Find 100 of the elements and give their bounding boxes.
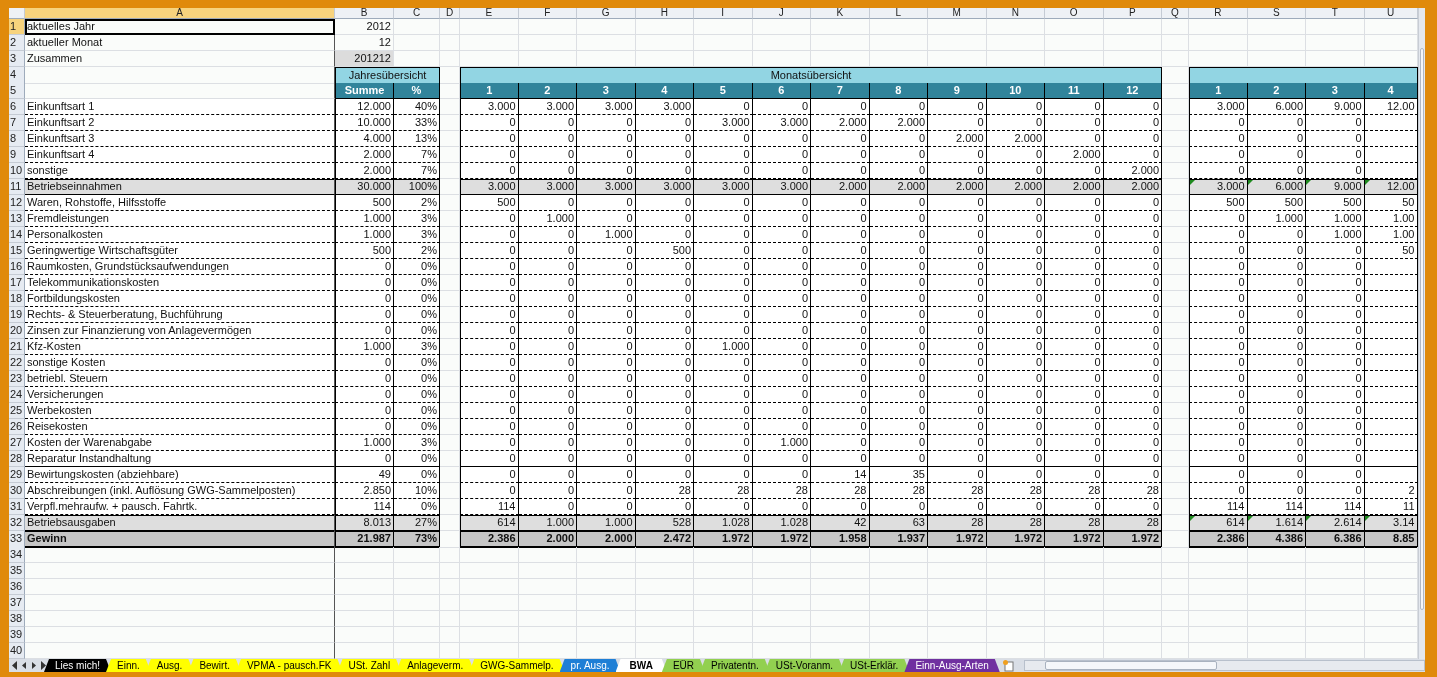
row-number[interactable]: 10	[9, 163, 25, 179]
column-header[interactable]: M	[928, 8, 987, 19]
column-header[interactable]: E	[460, 8, 519, 19]
row-label[interactable]: Fremdleistungen	[25, 211, 335, 227]
row-number[interactable]: 16	[9, 259, 25, 275]
scroll-right-icon[interactable]	[39, 659, 49, 672]
row-label[interactable]: sonstige	[25, 163, 335, 179]
row-number[interactable]: 31	[9, 499, 25, 515]
row-number[interactable]: 15	[9, 243, 25, 259]
row-number[interactable]: 2	[9, 35, 25, 51]
row-label[interactable]: Zinsen zur Finanzierung von Anlagevermögen	[25, 323, 335, 339]
row-label[interactable]: Gewinn	[25, 531, 335, 548]
row-label[interactable]: Personalkosten	[25, 227, 335, 243]
row-number[interactable]: 39	[9, 627, 25, 643]
row-number[interactable]: 3	[9, 51, 25, 67]
column-header[interactable]: L	[869, 8, 928, 19]
row-label[interactable]: Kosten der Warenabgabe	[25, 435, 335, 451]
row-number[interactable]: 22	[9, 355, 25, 371]
scroll-left-icon[interactable]	[19, 659, 29, 672]
row-number[interactable]: 38	[9, 611, 25, 627]
row-label[interactable]: Reisekosten	[25, 419, 335, 435]
scroll-right-icon[interactable]	[29, 659, 39, 672]
column-header[interactable]: Q	[1162, 8, 1189, 19]
row-number[interactable]: 27	[9, 435, 25, 451]
row-number[interactable]: 34	[9, 547, 25, 563]
row-number[interactable]: 37	[9, 595, 25, 611]
row-label[interactable]: Einkunftsart 1	[25, 99, 335, 115]
row-label[interactable]: Geringwertige Wirtschaftsgüter	[25, 243, 335, 259]
row-number[interactable]: 9	[9, 147, 25, 163]
row-label[interactable]: aktuelles Jahr	[25, 19, 335, 35]
row-number[interactable]: 5	[9, 83, 25, 99]
column-header[interactable]: D	[440, 8, 460, 19]
row-number[interactable]: 40	[9, 643, 25, 659]
row-label[interactable]: Einkunftsart 4	[25, 147, 335, 163]
row-label[interactable]: sonstige Kosten	[25, 355, 335, 371]
row-number[interactable]: 13	[9, 211, 25, 227]
scroll-left-icon[interactable]	[9, 659, 19, 672]
sheet-tab[interactable]: Einn-Ausg-Arten	[904, 659, 1000, 672]
vertical-scrollbar[interactable]	[1418, 8, 1425, 659]
row-label[interactable]: Kfz-Kosten	[25, 339, 335, 355]
row-number[interactable]: 14	[9, 227, 25, 243]
column-header[interactable]: A	[25, 8, 335, 19]
column-header[interactable]: N	[986, 8, 1045, 19]
column-header[interactable]: S	[1247, 8, 1306, 19]
column-header[interactable]: H	[635, 8, 694, 19]
row-number[interactable]: 1	[9, 19, 25, 35]
row-number[interactable]: 21	[9, 339, 25, 355]
column-header[interactable]: G	[577, 8, 636, 19]
row-number[interactable]: 7	[9, 115, 25, 131]
row-label[interactable]: Bewirtungskosten (abziehbare)	[25, 467, 335, 483]
column-header[interactable]: P	[1103, 8, 1162, 19]
sheet-tab[interactable]: Privatentn.	[700, 659, 770, 672]
horizontal-scrollbar[interactable]	[1023, 660, 1425, 671]
sheet-tab[interactable]: BWA	[615, 659, 667, 672]
row-label[interactable]: Abschreibungen (inkl. Auflösung GWG-Sammelposten)	[25, 483, 335, 499]
column-header[interactable]: T	[1306, 8, 1365, 19]
column-header[interactable]: C	[394, 8, 440, 19]
table-cell[interactable]: 201212	[335, 51, 394, 67]
row-label[interactable]: Reparatur Instandhaltung	[25, 451, 335, 467]
row-number[interactable]: 29	[9, 467, 25, 483]
column-header[interactable]: R	[1189, 8, 1248, 19]
row-label[interactable]: Raumkosten, Grundstücksaufwendungen	[25, 259, 335, 275]
column-header[interactable]: O	[1045, 8, 1104, 19]
row-number[interactable]: 36	[9, 579, 25, 595]
row-number[interactable]: 18	[9, 291, 25, 307]
row-label[interactable]: Verpfl.mehraufw. + pausch. Fahrtk.	[25, 499, 335, 515]
row-number[interactable]: 8	[9, 131, 25, 147]
row-number[interactable]: 25	[9, 403, 25, 419]
row-label[interactable]: Zusammen	[25, 51, 335, 67]
row-label[interactable]: Einkunftsart 2	[25, 115, 335, 131]
sheet-tab[interactable]: Bewirt.	[188, 659, 241, 672]
column-header[interactable]: B	[335, 8, 394, 19]
column-header[interactable]: K	[811, 8, 870, 19]
row-number[interactable]: 19	[9, 307, 25, 323]
row-label[interactable]: Telekommunikationskosten	[25, 275, 335, 291]
row-number[interactable]: 26	[9, 419, 25, 435]
new-sheet-icon[interactable]	[1001, 659, 1014, 672]
row-number[interactable]: 17	[9, 275, 25, 291]
sheet-tab[interactable]: Einn.	[106, 659, 151, 672]
row-label[interactable]: Fortbildungskosten	[25, 291, 335, 307]
row-number[interactable]: 20	[9, 323, 25, 339]
row-number[interactable]: 35	[9, 563, 25, 579]
table-cell[interactable]: 2012	[335, 19, 394, 35]
row-number[interactable]: 6	[9, 99, 25, 115]
column-header[interactable]: I	[694, 8, 753, 19]
row-label[interactable]: Versicherungen	[25, 387, 335, 403]
row-number[interactable]: 28	[9, 451, 25, 467]
row-number[interactable]: 32	[9, 515, 25, 531]
row-label[interactable]: Betriebseinnahmen	[25, 179, 335, 195]
column-header[interactable]: U	[1364, 8, 1418, 19]
row-label[interactable]: Einkunftsart 3	[25, 131, 335, 147]
row-label[interactable]: Rechts- & Steuerberatung, Buchführung	[25, 307, 335, 323]
row-number[interactable]: 23	[9, 371, 25, 387]
row-number[interactable]: 11	[9, 179, 25, 195]
row-number[interactable]: 24	[9, 387, 25, 403]
row-number[interactable]: 12	[9, 195, 25, 211]
row-number[interactable]: 30	[9, 483, 25, 499]
column-header[interactable]: J	[752, 8, 811, 19]
select-all-corner[interactable]	[9, 8, 25, 19]
row-label[interactable]: Werbekosten	[25, 403, 335, 419]
